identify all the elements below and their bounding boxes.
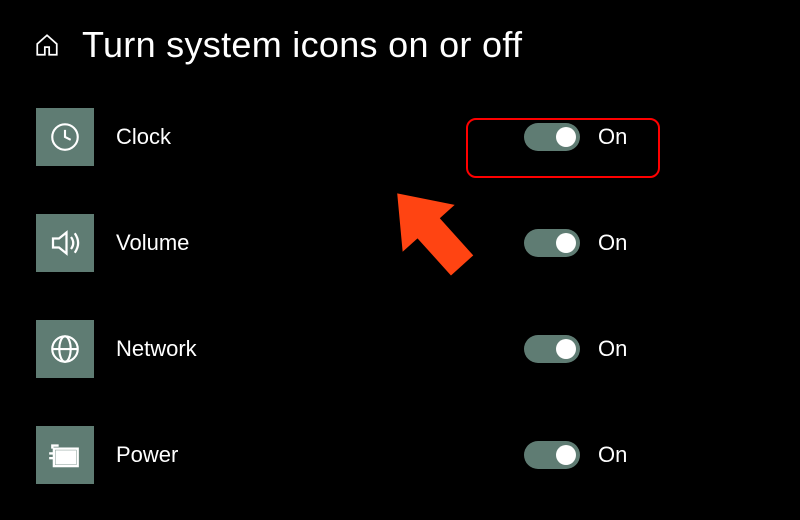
icon-row-clock: Clock On [36,108,800,166]
header: Turn system icons on or off [0,0,800,78]
toggle-volume[interactable] [524,229,580,257]
home-icon[interactable] [34,32,60,58]
toggle-clock[interactable] [524,123,580,151]
toggle-label-clock: On [598,124,627,150]
icon-row-volume: Volume On [36,214,800,272]
toggle-area-volume: On [524,229,627,257]
toggle-power[interactable] [524,441,580,469]
toggle-network[interactable] [524,335,580,363]
toggle-label-volume: On [598,230,627,256]
power-icon [46,436,84,474]
page-title: Turn system icons on or off [82,24,522,66]
speaker-icon [47,225,83,261]
icon-list: Clock On Volume On Netwo [0,78,800,484]
toggle-area-clock: On [524,123,627,151]
icon-square-volume [36,214,94,272]
icon-label-clock: Clock [116,124,171,150]
clock-icon [48,120,82,154]
toggle-area-network: On [524,335,627,363]
icon-label-network: Network [116,336,197,362]
icon-square-clock [36,108,94,166]
icon-square-network [36,320,94,378]
icon-row-network: Network On [36,320,800,378]
toggle-label-network: On [598,336,627,362]
icon-label-power: Power [116,442,178,468]
toggle-label-power: On [598,442,627,468]
globe-icon [48,332,82,366]
icon-row-power: Power On [36,426,800,484]
icon-square-power [36,426,94,484]
icon-label-volume: Volume [116,230,189,256]
toggle-area-power: On [524,441,627,469]
